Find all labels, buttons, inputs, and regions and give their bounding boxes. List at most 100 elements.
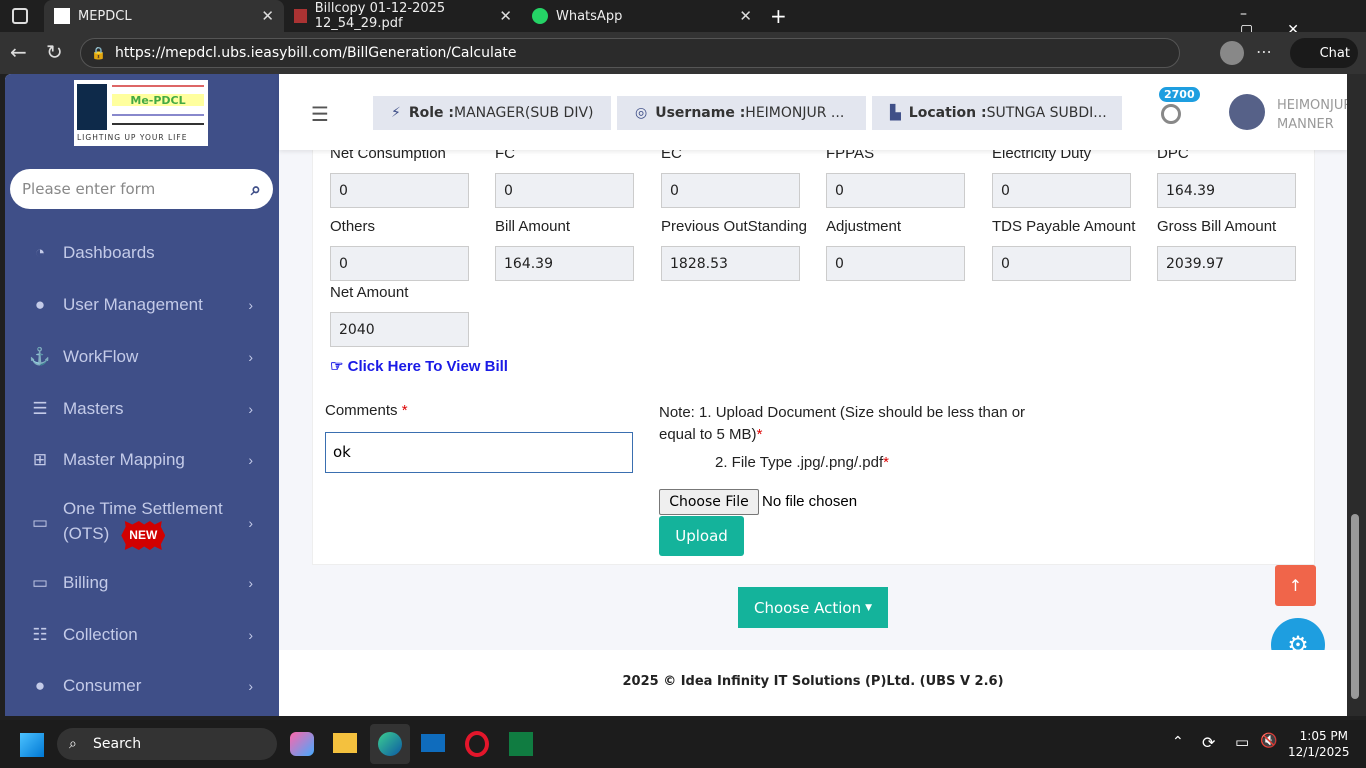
view-bill-link[interactable]: ☞ Click Here To View Bill xyxy=(330,357,508,375)
page-scrollbar[interactable] xyxy=(1347,74,1366,716)
username-badge: ◎ Username : HEIMONJUR ... xyxy=(617,96,866,130)
sidebar-item-collection[interactable]: ☷ Collection › xyxy=(5,615,279,655)
building-icon: ▙ xyxy=(890,105,901,121)
dashboard-icon: ◔ xyxy=(34,243,46,262)
file-explorer-icon[interactable] xyxy=(333,733,357,753)
copilot-icon[interactable] xyxy=(290,732,314,756)
chevron-right-icon: › xyxy=(248,678,253,694)
avatar[interactable] xyxy=(1229,94,1265,130)
sidebar-item-user-management[interactable]: ● User Management › xyxy=(5,285,279,325)
upload-note: Note: 1. Upload Document (Size should be… xyxy=(659,404,1026,443)
sidebar-item-master-mapping[interactable]: ⊞ Master Mapping › xyxy=(5,440,279,480)
tab-whatsapp[interactable]: WhatsApp ✕ xyxy=(522,0,762,32)
opera-icon[interactable] xyxy=(465,731,489,757)
menu-toggle-icon[interactable]: ☰ xyxy=(311,102,333,126)
chevron-right-icon: › xyxy=(248,452,253,468)
field-value[interactable]: 0 xyxy=(826,246,965,281)
field-label: Previous OutStanding xyxy=(661,218,807,235)
field-value[interactable]: 2040 xyxy=(330,312,469,347)
field-value[interactable]: 0 xyxy=(495,173,634,208)
chevron-right-icon: › xyxy=(248,401,253,417)
location-badge: ▙ Location : SUTNGA SUBDI... xyxy=(872,96,1122,130)
clock[interactable]: 1:05 PM 12/1/2025 xyxy=(1288,728,1350,760)
whatsapp-icon xyxy=(532,8,548,24)
monitor-icon: ▭ xyxy=(31,573,49,592)
field-label: Others xyxy=(330,218,376,235)
notification-count: 2700 xyxy=(1159,87,1200,102)
upload-button[interactable]: Upload xyxy=(659,516,744,556)
sync-icon[interactable]: ⟳ xyxy=(1202,733,1215,752)
field-value[interactable]: 0 xyxy=(330,173,469,208)
hand-point-icon: ☞ xyxy=(330,358,348,375)
chevron-right-icon: › xyxy=(248,515,253,531)
search-icon: ⌕ xyxy=(69,736,77,752)
close-tab-icon[interactable]: ✕ xyxy=(499,7,512,25)
anchor-icon: ⚓ xyxy=(29,347,51,366)
sidebar-item-billing[interactable]: ▭ Billing › xyxy=(5,563,279,603)
chevron-right-icon: › xyxy=(248,297,253,313)
choose-action-button[interactable]: Choose Action ▼ xyxy=(738,587,888,628)
choose-file-button[interactable]: Choose File xyxy=(659,489,759,515)
field-value[interactable]: 0 xyxy=(992,246,1131,281)
server-icon: ☰ xyxy=(32,399,48,418)
field-label: Gross Bill Amount xyxy=(1157,218,1277,235)
user-icon: ● xyxy=(34,295,46,314)
clock-icon[interactable] xyxy=(1161,104,1181,124)
comments-label: Comments * xyxy=(325,402,408,419)
sidebar-item-workflow[interactable]: ⚓ WorkFlow › xyxy=(5,337,279,377)
tab-actions-icon[interactable] xyxy=(12,8,28,24)
mepdcl-logo: Me-PDCL LIGHTING UP YOUR LIFE xyxy=(74,80,208,146)
more-icon[interactable]: ⋯ xyxy=(1256,42,1272,61)
sidebar-search-input[interactable]: Please enter form ⌕ xyxy=(10,169,273,209)
field-value[interactable]: 0 xyxy=(826,173,965,208)
new-tab-icon[interactable]: + xyxy=(770,4,787,28)
tab-mepdcl[interactable]: MEPDCL ✕ xyxy=(44,0,284,32)
scrollbar-thumb[interactable] xyxy=(1351,514,1359,699)
scroll-top-button[interactable]: ↑ xyxy=(1275,565,1316,606)
search-icon[interactable]: ⌕ xyxy=(251,179,261,200)
sidebar-item-dashboards[interactable]: ◔ Dashboards xyxy=(5,233,279,273)
monitor-icon: ▭ xyxy=(31,513,49,532)
field-label: Net Amount xyxy=(330,284,409,301)
tab-billcopy[interactable]: Billcopy 01-12-2025 12_54_29.pdf ✕ xyxy=(284,0,522,32)
tray-chevron-icon[interactable]: ⌃ xyxy=(1172,734,1184,750)
top-header: ☰ ⚡ Role : MANAGER(SUB DIV) ◎ Username : HEI… xyxy=(279,74,1347,150)
lock-icon: 🔒 xyxy=(91,46,106,60)
taskbar-search[interactable]: ⌕ Search xyxy=(57,728,277,760)
url-input[interactable]: 🔒 https://mepdcl.ubs.ieasybill.com/BillGe… xyxy=(80,38,1180,68)
refresh-icon[interactable]: ↻ xyxy=(46,40,63,64)
file-status: No file chosen xyxy=(762,493,858,510)
excel-icon[interactable] xyxy=(509,732,533,756)
close-tab-icon[interactable]: ✕ xyxy=(261,7,274,25)
sidebar-item-masters[interactable]: ☰ Masters › xyxy=(5,389,279,429)
edge-taskbar-icon[interactable] xyxy=(370,724,410,764)
close-tab-icon[interactable]: ✕ xyxy=(739,7,752,25)
field-value[interactable]: 0 xyxy=(661,173,800,208)
user-name[interactable]: HEIMONJUR MANNER xyxy=(1277,96,1347,134)
field-value[interactable]: 1828.53 xyxy=(661,246,800,281)
profile-icon[interactable] xyxy=(1220,41,1244,65)
mail-icon[interactable] xyxy=(421,734,445,752)
field-value[interactable]: 164.39 xyxy=(1157,173,1296,208)
copilot-chat-button[interactable]: Chat xyxy=(1290,38,1358,68)
back-icon[interactable]: ← xyxy=(10,40,27,64)
pdf-icon xyxy=(294,9,307,23)
bolt-icon: ⚡ xyxy=(391,105,401,121)
address-bar-row: ← ↻ 🔒 https://mepdcl.ubs.ieasybill.com/Bi… xyxy=(0,32,1366,74)
sidebar: Me-PDCL LIGHTING UP YOUR LIFE Please ent… xyxy=(5,74,279,716)
new-badge: NEW xyxy=(121,521,166,550)
field-value[interactable]: 164.39 xyxy=(495,246,634,281)
volume-muted-icon[interactable]: 🔇 xyxy=(1260,733,1277,749)
windows-start-icon[interactable] xyxy=(20,733,44,757)
sidebar-item-ots[interactable]: ▭ One Time Settlement (OTS) NEW › xyxy=(5,496,279,550)
user-circle-icon: ◎ xyxy=(635,105,648,121)
field-label: Bill Amount xyxy=(495,218,571,235)
list-ol-icon: ☷ xyxy=(32,625,48,644)
field-value[interactable]: 2039.97 xyxy=(1157,246,1296,281)
sidebar-item-consumer[interactable]: ● Consumer › xyxy=(5,666,279,706)
network-icon[interactable]: ▭ xyxy=(1235,733,1249,751)
field-value[interactable]: 0 xyxy=(330,246,469,281)
field-value[interactable]: 0 xyxy=(992,173,1131,208)
comments-input[interactable]: ok xyxy=(325,432,633,473)
sitemap-icon: ⊞ xyxy=(32,450,48,469)
